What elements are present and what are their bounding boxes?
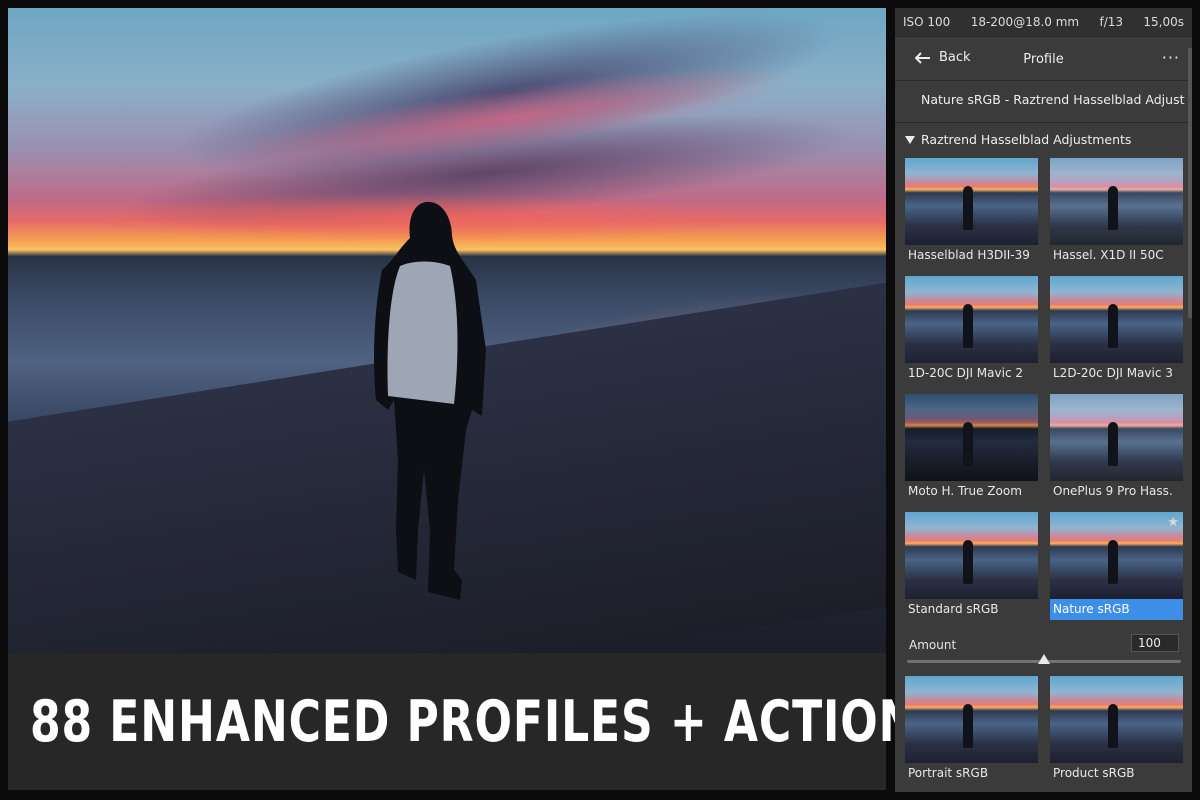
promo-frame: 88 ENHANCED PROFILES + ACTIONS ISO 100 1… bbox=[0, 0, 1200, 800]
profile-tile[interactable]: 1D-20C DJI Mavic 2 bbox=[905, 276, 1038, 384]
profile-thumbnail bbox=[1050, 512, 1183, 599]
profile-tile[interactable]: OnePlus 9 Pro Hass. bbox=[1050, 394, 1183, 502]
favorite-star-icon[interactable]: ★ bbox=[1167, 515, 1179, 530]
profile-nav: Back Profile ··· bbox=[895, 44, 1192, 76]
profile-tile[interactable]: ★ Nature sRGB bbox=[1050, 512, 1183, 620]
profile-thumbnail bbox=[1050, 676, 1183, 763]
profile-thumbnail bbox=[1050, 158, 1183, 245]
amount-slider-thumb[interactable] bbox=[1038, 654, 1050, 664]
profile-label: Hasselblad H3DII-39 bbox=[905, 245, 1038, 266]
lens-value: 18-200@18.0 mm bbox=[970, 15, 1080, 29]
profile-label: Moto H. True Zoom bbox=[905, 481, 1038, 502]
profile-tile[interactable]: Standard sRGB bbox=[905, 512, 1038, 620]
profile-label: OnePlus 9 Pro Hass. bbox=[1050, 481, 1183, 502]
profile-dropdown[interactable]: Nature sRGB - Raztrend Hasselblad Adjust… bbox=[905, 92, 1185, 116]
divider bbox=[895, 122, 1192, 123]
banner-title: 88 ENHANCED PROFILES + ACTIONS bbox=[30, 688, 950, 755]
more-options-button[interactable]: ··· bbox=[1162, 48, 1180, 67]
divider bbox=[895, 80, 1192, 81]
amount-input[interactable]: 100 bbox=[1131, 634, 1179, 652]
profile-thumbnail bbox=[905, 394, 1038, 481]
profile-label: 1D-20C DJI Mavic 2 bbox=[905, 363, 1038, 384]
aperture-value: f/13 bbox=[1099, 15, 1124, 29]
profile-thumbnail bbox=[1050, 394, 1183, 481]
profile-label: L2D-20c DJI Mavic 3 bbox=[1050, 363, 1183, 384]
profile-thumbnail bbox=[905, 676, 1038, 763]
profile-title: Profile bbox=[1023, 52, 1064, 67]
group-header[interactable]: Raztrend Hasselblad Adjustments bbox=[905, 132, 1131, 147]
profile-thumbnail bbox=[905, 512, 1038, 599]
profile-thumbnail bbox=[905, 158, 1038, 245]
profile-label: Standard sRGB bbox=[905, 599, 1038, 620]
profile-label: Nature sRGB bbox=[1050, 599, 1183, 620]
iso-value: ISO 100 bbox=[903, 15, 951, 29]
amount-label: Amount bbox=[909, 638, 957, 652]
panel-scrollbar[interactable] bbox=[1188, 48, 1192, 318]
profile-tile[interactable]: Moto H. True Zoom bbox=[905, 394, 1038, 502]
silhouette-figure bbox=[374, 201, 486, 600]
shutter-value: 15,00s bbox=[1143, 15, 1184, 29]
group-title: Raztrend Hasselblad Adjustments bbox=[921, 132, 1132, 147]
camera-meta-bar: ISO 100 18-200@18.0 mm f/13 15,00s bbox=[895, 8, 1192, 36]
profile-thumbnail bbox=[905, 276, 1038, 363]
profile-label: Portrait sRGB bbox=[905, 763, 1038, 784]
main-photo bbox=[8, 8, 886, 653]
profile-label: Hassel. X1D II 50C bbox=[1050, 245, 1183, 266]
profile-tile[interactable]: Portrait sRGB bbox=[905, 676, 1038, 784]
profile-tile[interactable]: Hassel. X1D II 50C bbox=[1050, 158, 1183, 266]
promo-banner: 88 ENHANCED PROFILES + ACTIONS bbox=[8, 653, 948, 790]
disclosure-triangle-icon bbox=[905, 135, 915, 144]
profile-tile[interactable]: L2D-20c DJI Mavic 3 bbox=[1050, 276, 1183, 384]
profile-tile[interactable]: Hasselblad H3DII-39 bbox=[905, 158, 1038, 266]
profile-tile[interactable]: Product sRGB bbox=[1050, 676, 1183, 784]
profile-panel: ISO 100 18-200@18.0 mm f/13 15,00s Back … bbox=[895, 8, 1192, 792]
profile-thumbnail bbox=[1050, 276, 1183, 363]
profile-label: Product sRGB bbox=[1050, 763, 1183, 784]
divider bbox=[895, 36, 1192, 37]
